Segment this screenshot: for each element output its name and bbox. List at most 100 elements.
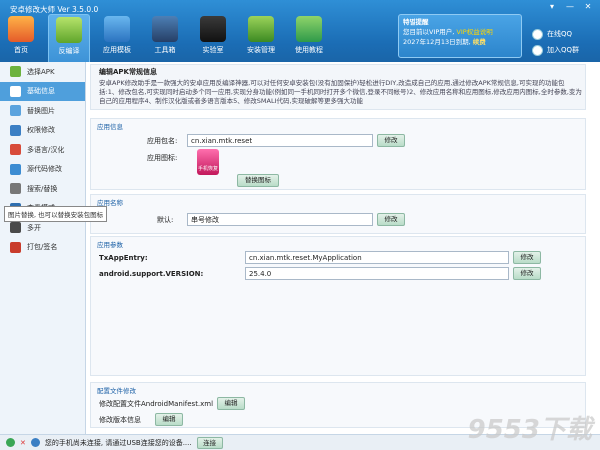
toolbar-install-button[interactable]: 安装管理 <box>240 14 282 62</box>
status-text: 您的手机尚未连接, 请通过USB连接您的设备.... <box>44 438 192 447</box>
sidebar-item-label: 多语言/汉化 <box>27 145 65 154</box>
param-modify-button[interactable]: 修改 <box>513 267 541 280</box>
image-icon <box>10 105 21 117</box>
param-input[interactable]: 25.4.0 <box>245 267 509 280</box>
notice-line2: 2027年12月13日到期, <box>403 38 473 46</box>
icon-label: 应用图标: <box>147 154 178 162</box>
language-icon <box>10 144 21 156</box>
star-icon <box>104 16 130 42</box>
contact-links: 在线QQ 加入QQ群 <box>532 26 579 58</box>
package-modify-button[interactable]: 修改 <box>377 134 405 147</box>
app-icon-caption: 手机恢复 <box>197 166 218 172</box>
app-params-section: 应用参数 TxAppEntry: cn.xian.mtk.reset.MyApp… <box>90 236 586 376</box>
toolbar-template-button[interactable]: 应用模板 <box>96 14 138 62</box>
sidebar-item-label: 权限修改 <box>27 126 55 135</box>
sidebar-item-permission[interactable]: 权限修改 <box>0 121 85 141</box>
manifest-label: 修改配置文件AndroidManifest.xml <box>99 400 214 408</box>
toolbar-tutorial-label: 使用教程 <box>295 46 323 54</box>
join-qq-group-link[interactable]: 加入QQ群 <box>532 42 579 58</box>
sidebar-item-label: 打包/签名 <box>27 243 58 252</box>
tooltip: 图片替换, 也可以替换安装包图标 <box>4 206 108 222</box>
code-icon <box>10 163 21 175</box>
flask-icon <box>200 16 226 42</box>
app-name-section: 应用名称 默认: 串号修改 修改 <box>90 194 586 234</box>
toolbar-home-label: 首页 <box>14 46 28 54</box>
sidebar-item-select-apk[interactable]: 选择APK <box>0 62 85 82</box>
default-name-label: 默认: <box>157 216 174 224</box>
qq-icon <box>532 28 543 40</box>
online-qq-link[interactable]: 在线QQ <box>532 26 579 42</box>
home-icon <box>8 16 34 42</box>
toolbar-lab-button[interactable]: 实验室 <box>192 14 234 62</box>
title-bar: 安卓修改大师 Ver 3.5.0.0 ▾ — ✕ 首页 反编译 应用模板 工具箱… <box>0 0 600 62</box>
toolbar-toolbox-button[interactable]: 工具箱 <box>144 14 186 62</box>
toolbar-install-label: 安装管理 <box>247 46 275 54</box>
sidebar-item-label: 搜索/替换 <box>27 184 58 193</box>
minimize-icon[interactable]: — <box>564 2 576 11</box>
package-label: 应用包名: <box>147 137 178 145</box>
toolbar-decompile-label: 反编译 <box>58 47 80 55</box>
param-label: TxAppEntry: <box>99 254 148 262</box>
notice-line1: 您目前以VIP用户, <box>403 28 457 36</box>
menu-dropdown-icon[interactable]: ▾ <box>546 2 558 11</box>
version-edit-button[interactable]: 编辑 <box>155 413 183 426</box>
watermark: 9553下载 <box>467 415 592 445</box>
default-name-input[interactable]: 串号修改 <box>187 213 373 226</box>
online-qq-label: 在线QQ <box>547 30 573 38</box>
app-icon-image: 手机恢复 <box>197 149 219 175</box>
sidebar-item-label: 多开 <box>27 223 41 232</box>
sidebar-item-basic-info[interactable]: 基础信息 <box>0 81 85 101</box>
toolbar-tutorial-button[interactable]: 使用教程 <box>288 14 330 62</box>
info-icon <box>10 85 21 97</box>
vip-notice-panel: 特별提醒 您目前以VIP用户, VIP权益说明 2027年12月13日到期, 续… <box>398 14 522 58</box>
window-controls: ▾ — ✕ <box>546 2 594 11</box>
main-panel: 编辑APK常规信息 安卓APK修改助手是一款强大的安卓应用反编译神器,可以对任何… <box>86 62 600 434</box>
replace-icon-button[interactable]: 替换图标 <box>237 174 279 187</box>
param-input[interactable]: cn.xian.mtk.reset.MyApplication <box>245 251 509 264</box>
header-box: 编辑APK常规信息 安卓APK修改助手是一款强大的安卓应用反编译神器,可以对任何… <box>90 64 586 110</box>
sidebar-item-label: 基础信息 <box>27 87 55 96</box>
toolbox-icon <box>152 16 178 42</box>
sidebar-item-search-replace[interactable]: 搜索/替换 <box>0 179 85 199</box>
notice-heading: 特별提醒 <box>403 18 429 26</box>
sidebar-item-source-code[interactable]: 源代码修改 <box>0 160 85 180</box>
close-icon[interactable]: ✕ <box>582 2 594 11</box>
toolbar-home-button[interactable]: 首页 <box>0 14 42 62</box>
sidebar-item-label: 替换图片 <box>27 106 55 115</box>
page-title: 编辑APK常规信息 <box>99 68 157 76</box>
toolbar-lab-label: 实验室 <box>202 46 224 54</box>
sign-icon <box>10 241 21 253</box>
search-icon <box>10 183 21 195</box>
install-icon <box>248 16 274 42</box>
app-params-title: 应用参数 <box>97 241 123 249</box>
tutorial-icon <box>296 16 322 42</box>
usb-icon <box>30 438 40 447</box>
param-label: android.support.VERSION: <box>99 270 204 278</box>
connect-button[interactable]: 连接 <box>196 436 223 449</box>
sidebar-item-pack-sign[interactable]: 打包/签名 <box>0 238 85 258</box>
app-window: 安卓修改大师 Ver 3.5.0.0 ▾ — ✕ 首页 反编译 应用模板 工具箱… <box>0 0 600 450</box>
sidebar-item-language[interactable]: 多语言/汉化 <box>0 140 85 160</box>
config-title: 配置文件修改 <box>97 387 136 395</box>
vip-info-link[interactable]: VIP权益说明 <box>456 28 492 36</box>
sidebar-item-replace-image[interactable]: 替换图片 <box>0 101 85 121</box>
toolbar-toolbox-label: 工具箱 <box>154 46 176 54</box>
name-modify-button[interactable]: 修改 <box>377 213 405 226</box>
page-description: 安卓APK修改助手是一款强大的安卓应用反编译神器,可以对任何安卓安装包(没有加固… <box>99 79 582 105</box>
sidebar-item-label: 选择APK <box>27 67 55 76</box>
app-info-title: 应用信息 <box>97 123 123 131</box>
param-modify-button[interactable]: 修改 <box>513 251 541 264</box>
qq-group-icon <box>532 44 543 56</box>
join-qq-group-label: 加入QQ群 <box>547 46 580 54</box>
apk-icon <box>10 66 21 78</box>
sidebar: 选择APK 基础信息 替换图片 权限修改 多语言/汉化 源代码修改 搜索/替换 … <box>0 62 86 434</box>
toolbar-decompile-button[interactable]: 反编译 <box>48 14 90 62</box>
permission-icon <box>10 124 21 136</box>
multi-icon <box>10 222 21 234</box>
renew-link[interactable]: 续费 <box>473 38 486 46</box>
disconnected-icon: ✕ <box>20 438 26 447</box>
package-input[interactable]: cn.xian.mtk.reset <box>187 134 373 147</box>
version-label: 修改版本信息 <box>99 416 141 424</box>
phone-icon <box>6 438 15 447</box>
manifest-edit-button[interactable]: 编辑 <box>217 397 245 410</box>
